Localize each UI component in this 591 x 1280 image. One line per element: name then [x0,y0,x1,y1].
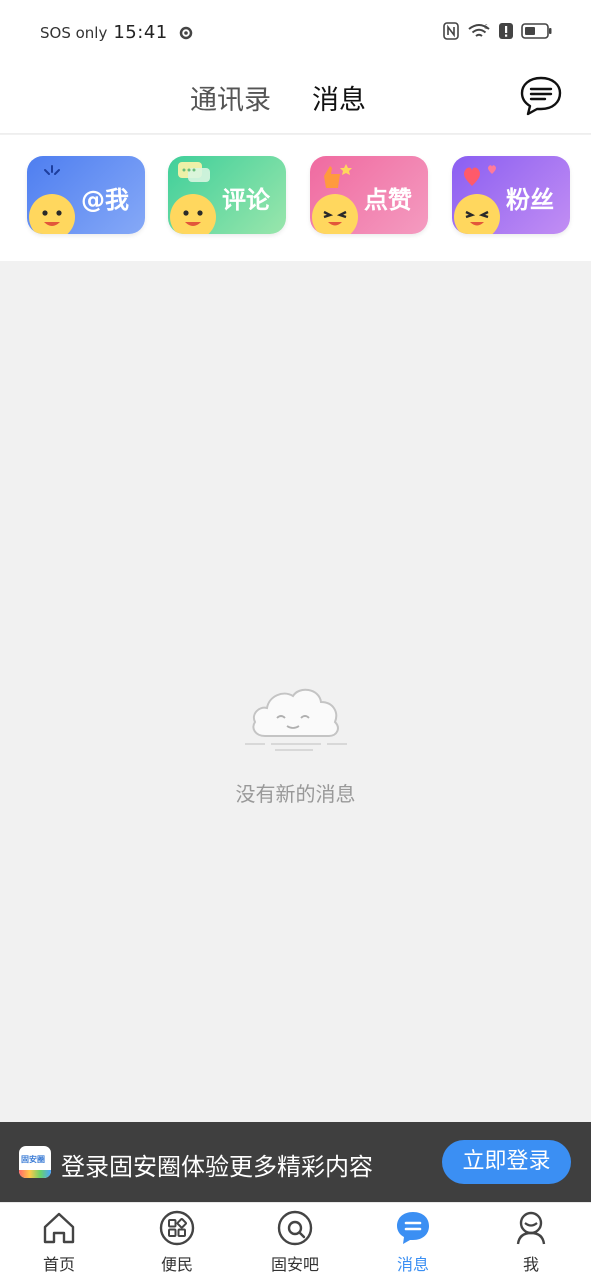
battery-icon [521,23,552,39]
nav-item-forum[interactable]: 固安吧 [236,1209,354,1275]
tab-messages[interactable]: 消息 [312,78,366,117]
svg-text:6: 6 [484,24,488,31]
chat-bubble-icon[interactable] [519,74,563,118]
nav-label-forum: 固安吧 [270,1255,319,1274]
logo-color-bar [19,1170,51,1178]
carrier-text: SOS only [40,23,108,42]
alert-icon [499,23,513,39]
empty-state: 没有新的消息 [0,680,591,807]
app-logo-text: 固安圈 [21,1155,45,1164]
status-left: SOS only 15:41 [40,22,194,43]
nav-label-home: 首页 [42,1255,75,1274]
gear-icon [179,26,192,39]
nav-label-services: 便民 [160,1255,193,1274]
login-banner: 固安圈 登录固安圈体验更多精彩内容 立即登录 [0,1122,591,1202]
status-right: 6 [443,22,553,40]
home-icon [43,1212,75,1244]
hearts-icon [464,165,496,186]
nav-item-services[interactable]: 便民 [118,1209,236,1275]
grid-icon [159,1210,195,1246]
wifi-icon: 6 [468,24,490,37]
likes-label: 点赞 [364,186,412,214]
nav-label-messages: 消息 [396,1255,429,1274]
spark-icon [44,165,60,175]
clock-text: 15:41 [113,22,168,43]
comments-label: 评论 [222,186,270,214]
fans-card[interactable]: 粉丝 [452,156,570,234]
thumbs-up-icon [324,164,352,188]
mentions-label: @我 [81,186,129,214]
status-bar: SOS only 15:41 6 [0,0,591,66]
login-prompt-text: 登录固安圈体验更多精彩内容 [61,1153,373,1181]
login-button[interactable]: 立即登录 [442,1140,571,1184]
speech-bubble-icon [178,162,210,182]
smiley-face-icon [454,194,500,234]
header: 通讯录 消息 [0,66,591,134]
cloud-icon [244,688,347,751]
bottom-nav: 首页 便民 固安吧 消息 我 [0,1202,591,1280]
nav-label-me: 我 [522,1255,539,1274]
mentions-card[interactable]: @我 [27,156,145,234]
forum-icon [277,1210,313,1246]
profile-icon [516,1211,546,1245]
category-cards: @我 评论 点赞 粉丝 [0,135,591,261]
comments-card[interactable]: 评论 [168,156,286,234]
empty-message: 没有新的消息 [235,782,356,806]
tab-contacts[interactable]: 通讯录 [190,78,271,117]
app-logo-icon: 固安圈 [19,1146,51,1178]
nav-item-messages[interactable]: 消息 [354,1209,472,1275]
smiley-face-icon [170,194,216,234]
nav-item-me[interactable]: 我 [472,1209,590,1275]
smiley-face-icon [29,194,75,234]
nav-item-home[interactable]: 首页 [0,1209,118,1275]
fans-label: 粉丝 [506,186,554,214]
smiley-face-icon [312,194,358,234]
message-icon [397,1212,429,1244]
nfc-icon [443,22,459,40]
likes-card[interactable]: 点赞 [310,156,428,234]
